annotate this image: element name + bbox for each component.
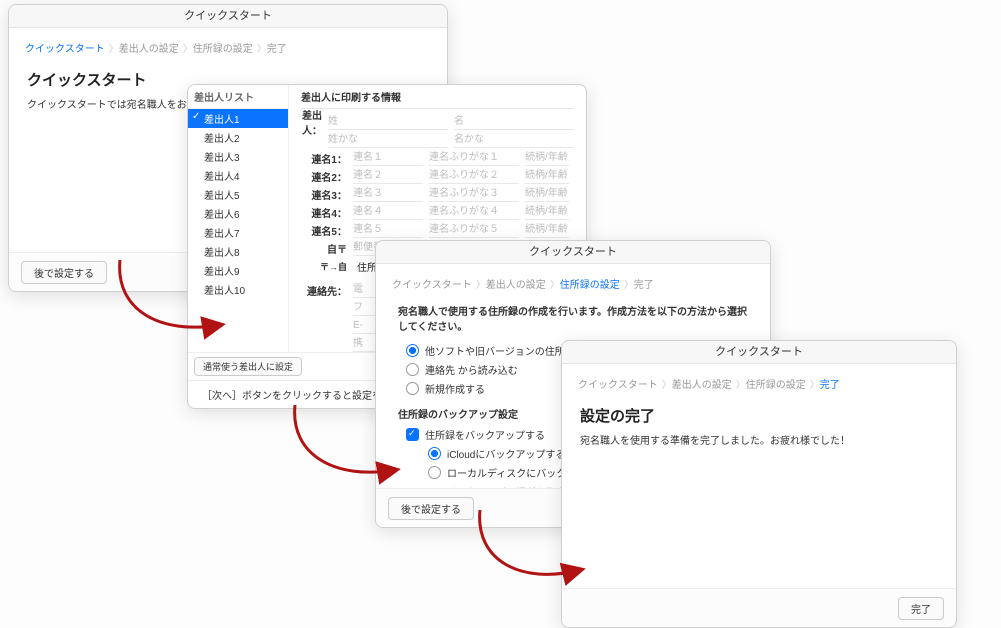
chevron-right-icon: 〉: [810, 376, 818, 391]
done-button[interactable]: 完了: [898, 597, 944, 620]
joint-rel-input[interactable]: 続柄/年齢: [525, 169, 569, 184]
chevron-right-icon: 〉: [476, 276, 484, 291]
joint-kana-input[interactable]: 連名ふりがな１: [429, 151, 519, 166]
chevron-right-icon: 〉: [736, 376, 744, 391]
chevron-right-icon: 〉: [550, 276, 558, 291]
sender-list-item[interactable]: 差出人7: [188, 223, 288, 242]
crumb-quickstart[interactable]: クイックスタート: [576, 374, 660, 393]
chevron-right-icon: 〉: [662, 376, 670, 391]
page-subtext: 宛名職人を使用する準備を完了しました。お疲れ様でした！: [580, 432, 938, 447]
sender-list-header: 差出人リスト: [188, 85, 288, 109]
checkbox-icon: [406, 428, 419, 441]
crumb-quickstart[interactable]: クイックスタート: [390, 274, 474, 293]
joint-rel-input[interactable]: 続柄/年齢: [525, 151, 569, 166]
label-joint: 連名3：: [301, 187, 347, 202]
joint-name-input[interactable]: 連名３: [353, 187, 423, 202]
sender-list-item[interactable]: 差出人2: [188, 128, 288, 147]
radio-icon: [406, 344, 419, 357]
family-name-input[interactable]: 姓: [328, 115, 448, 130]
sender-list-item[interactable]: 差出人4: [188, 166, 288, 185]
joint-rel-input[interactable]: 続柄/年齢: [525, 187, 569, 202]
sender-list-item[interactable]: 差出人3: [188, 147, 288, 166]
crumb-sender[interactable]: 差出人の設定: [117, 38, 181, 57]
sender-list-item[interactable]: 差出人10: [188, 280, 288, 299]
joint-kana-input[interactable]: 連名ふりがな４: [429, 205, 519, 220]
joint-kana-input[interactable]: 連名ふりがな３: [429, 187, 519, 202]
crumb-done[interactable]: 完了: [818, 374, 842, 393]
chevron-right-icon: 〉: [109, 40, 117, 55]
given-kana-input[interactable]: 名かな: [454, 133, 574, 148]
joint-kana-input[interactable]: 連名ふりがな５: [429, 223, 519, 238]
label-joint: 連名2：: [301, 169, 347, 184]
window-title: クイックスタート: [9, 5, 447, 28]
joint-name-input[interactable]: 連名５: [353, 223, 423, 238]
radio-icon: [406, 363, 419, 376]
crumb-addressbook[interactable]: 住所録の設定: [744, 374, 808, 393]
given-name-input[interactable]: 名: [454, 115, 574, 130]
sender-list-item[interactable]: 差出人1: [188, 109, 288, 128]
label-joint: 連名5：: [301, 223, 347, 238]
joint-name-input[interactable]: 連名２: [353, 169, 423, 184]
sender-list-item[interactable]: 差出人8: [188, 242, 288, 261]
label-joint: 連名1：: [301, 151, 347, 166]
crumb-addressbook[interactable]: 住所録の設定: [558, 274, 622, 293]
page-title: 設定の完了: [580, 405, 938, 426]
label-home-zip: 自〒: [301, 241, 347, 256]
sender-list-item[interactable]: 差出人6: [188, 204, 288, 223]
joint-rel-input[interactable]: 続柄/年齢: [525, 205, 569, 220]
radio-icon: [428, 466, 441, 479]
breadcrumb: クイックスタート 〉 差出人の設定 〉 住所録の設定 〉 完了: [9, 28, 447, 63]
later-button[interactable]: 後で設定する: [388, 497, 474, 520]
lead-text: 宛名職人で使用する住所録の作成を行います。作成方法を以下の方法から選択してくださ…: [398, 303, 748, 333]
crumb-sender[interactable]: 差出人の設定: [670, 374, 734, 393]
set-default-sender-button[interactable]: 通常使う差出人に設定: [194, 357, 302, 376]
sender-list-item[interactable]: 差出人9: [188, 261, 288, 280]
chevron-right-icon: 〉: [183, 40, 191, 55]
joint-name-input[interactable]: 連名１: [353, 151, 423, 166]
later-button[interactable]: 後で設定する: [21, 261, 107, 284]
chevron-right-icon: 〉: [257, 40, 265, 55]
family-kana-input[interactable]: 姓かな: [328, 133, 448, 148]
crumb-sender[interactable]: 差出人の設定: [484, 274, 548, 293]
breadcrumb: クイックスタート 〉 差出人の設定 〉 住所録の設定 〉 完了: [376, 264, 770, 299]
wizard-window-4: クイックスタート クイックスタート 〉 差出人の設定 〉 住所録の設定 〉 完了…: [561, 340, 957, 628]
breadcrumb: クイックスタート 〉 差出人の設定 〉 住所録の設定 〉 完了: [562, 364, 956, 399]
crumb-done[interactable]: 完了: [632, 274, 656, 293]
joint-name-input[interactable]: 連名４: [353, 205, 423, 220]
crumb-addressbook[interactable]: 住所録の設定: [191, 38, 255, 57]
crumb-quickstart[interactable]: クイックスタート: [23, 38, 107, 57]
chevron-right-icon: 〉: [624, 276, 632, 291]
label-addr-zip: 〒→自: [301, 260, 347, 273]
crumb-done[interactable]: 完了: [265, 38, 289, 57]
sender-list[interactable]: 差出人リスト 差出人1差出人2差出人3差出人4差出人5差出人6差出人7差出人8差…: [188, 85, 289, 352]
sender-list-item[interactable]: 差出人5: [188, 185, 288, 204]
label-joint: 連名4：: [301, 205, 347, 220]
label-sender: 差出人：: [301, 107, 322, 137]
radio-icon: [428, 447, 441, 460]
joint-kana-input[interactable]: 連名ふりがな２: [429, 169, 519, 184]
radio-icon: [406, 382, 419, 395]
label-contact: 連絡先：: [301, 283, 347, 298]
joint-rel-input[interactable]: 続柄/年齢: [525, 223, 569, 238]
window-title: クイックスタート: [562, 341, 956, 364]
window-title: クイックスタート: [376, 241, 770, 264]
form-title: 差出人に印刷する情報: [301, 85, 574, 109]
